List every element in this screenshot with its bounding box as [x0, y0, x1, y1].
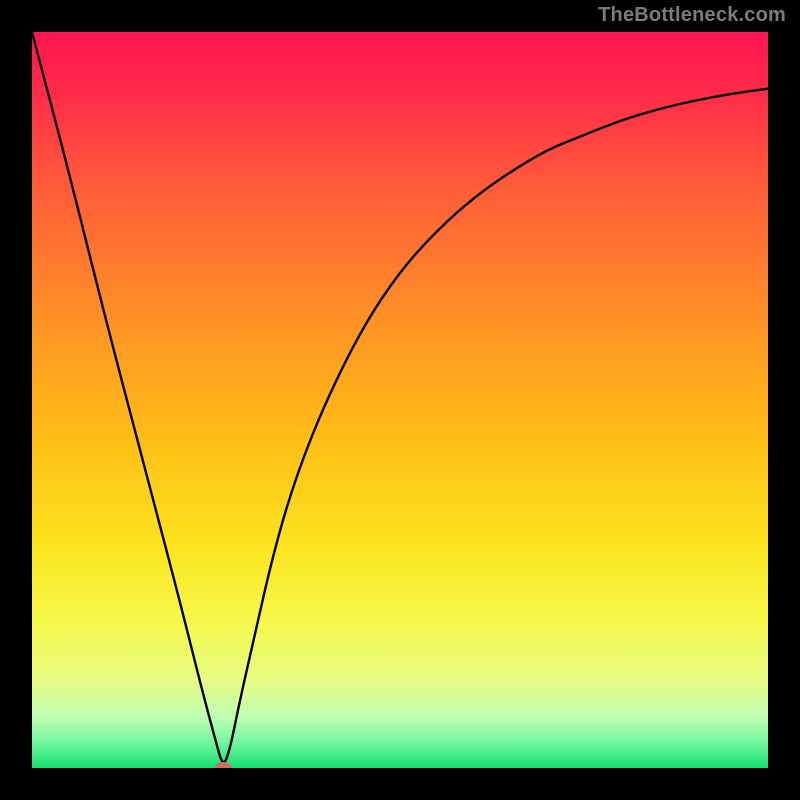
chart-svg: [32, 32, 768, 768]
chart-background: [32, 32, 768, 768]
chart-frame: TheBottleneck.com: [0, 0, 800, 800]
attribution-label: TheBottleneck.com: [598, 4, 786, 27]
plot-area: [32, 32, 768, 768]
